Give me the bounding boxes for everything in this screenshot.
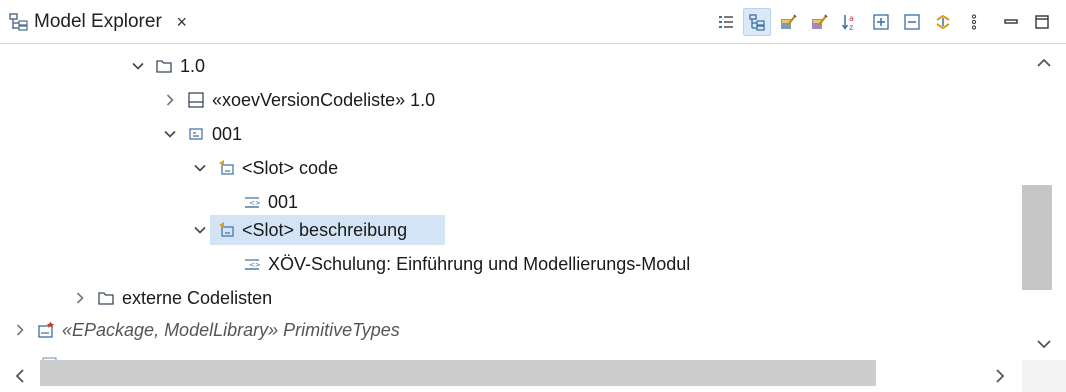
list-view-icon: [719, 16, 733, 28]
list-view-button[interactable]: [712, 8, 740, 36]
tree-node-label: <Slot> beschreibung: [242, 219, 408, 240]
chevron-right-icon[interactable]: [160, 90, 180, 110]
scrollbar-corner: [1022, 360, 1066, 392]
view-menu-button[interactable]: [960, 8, 988, 36]
svg-text:z: z: [849, 23, 853, 31]
link-with-editor-icon: [936, 14, 950, 30]
maximize-button[interactable]: [1028, 8, 1056, 36]
instance-icon: [186, 124, 206, 144]
svg-text:<>: <>: [249, 199, 261, 207]
tree-node-label: externe Codelisten: [122, 287, 273, 308]
scroll-left-icon[interactable]: [10, 366, 30, 386]
horizontal-scrollbar[interactable]: [0, 360, 1066, 392]
expand-all-icon: [873, 14, 889, 30]
tree-node-primitive-types[interactable]: «EPackage, ModelLibrary» PrimitiveTypes: [10, 315, 400, 345]
tree-node-label: «xoevVersionCodeliste» 1.0: [212, 89, 436, 110]
sort-alphabetical-button[interactable]: a z: [836, 8, 864, 36]
tree-node-slot-code[interactable]: <Slot> code: [190, 153, 338, 183]
tree-node-slot-beschreibung[interactable]: <Slot> beschreibung: [190, 215, 407, 245]
value-icon: <>: [242, 192, 262, 212]
collapse-all-icon: [904, 14, 920, 30]
minimize-button[interactable]: [997, 8, 1025, 36]
vertical-scroll-thumb[interactable]: [1022, 185, 1052, 290]
view-header: Model Explorer × a z: [0, 0, 1066, 44]
tree-node-label: <Slot> code: [242, 157, 339, 178]
tree-node-version-codeliste[interactable]: «xoevVersionCodeliste» 1.0: [160, 85, 435, 115]
package-icon: [154, 56, 174, 76]
library-icon: [40, 352, 60, 360]
tree-node-version-package[interactable]: 1.0: [128, 51, 205, 81]
chevron-down-icon[interactable]: [128, 56, 148, 76]
package-icon: [96, 288, 116, 308]
value-icon: <>: [242, 254, 262, 274]
edit-model-button[interactable]: [774, 8, 802, 36]
slot-icon: [216, 220, 236, 240]
tree-view-icon: [749, 14, 765, 31]
slot-icon: [216, 158, 236, 178]
minimize-icon: [1004, 19, 1018, 24]
tree-node-label: «EPackage, ModelLibrary» PrimitiveTypes: [62, 319, 400, 340]
model-explorer-icon: [8, 11, 30, 33]
model-tree[interactable]: 1.0 «xoevVersionCodeliste» 1.0 001 <Slot…: [0, 45, 1022, 360]
edit-model-icon: [781, 14, 797, 29]
svg-text:<>: <>: [249, 261, 261, 269]
horizontal-scroll-thumb[interactable]: [40, 360, 876, 386]
tab-title: Model Explorer: [34, 11, 162, 32]
close-icon[interactable]: ×: [174, 12, 190, 33]
view-toolbar: a z: [709, 0, 1056, 44]
chevron-right-icon[interactable]: [70, 288, 90, 308]
svg-text:a: a: [849, 14, 854, 23]
tree-node-partial: [34, 347, 66, 360]
tab-model-explorer[interactable]: Model Explorer ×: [0, 0, 190, 44]
maximize-icon: [1035, 15, 1049, 29]
link-with-editor-button[interactable]: [929, 8, 957, 36]
tree-node-externe-codelisten[interactable]: externe Codelisten: [70, 283, 272, 313]
sort-alphabetical-icon: a z: [841, 14, 854, 31]
chevron-down-icon[interactable]: [190, 158, 210, 178]
tree-node-label: 001: [268, 191, 299, 212]
edit-diagram-icon: [812, 14, 828, 29]
tree-node-value-001[interactable]: <> 001: [216, 187, 298, 217]
collapse-all-button[interactable]: [898, 8, 926, 36]
scroll-down-icon[interactable]: [1034, 334, 1054, 354]
tree-view-button[interactable]: [743, 8, 771, 36]
tree-node-label: XÖV-Schulung: Einführung und Modellierun…: [268, 253, 691, 274]
vertical-scrollbar[interactable]: [1022, 45, 1066, 360]
scroll-right-icon[interactable]: [990, 366, 1010, 386]
tree-node-instance-001[interactable]: 001: [160, 119, 242, 149]
view-menu-icon: [971, 14, 977, 30]
library-icon: [36, 320, 56, 340]
tree-node-label: 1.0: [180, 55, 206, 76]
chevron-down-icon[interactable]: [160, 124, 180, 144]
expand-all-button[interactable]: [867, 8, 895, 36]
tree-node-value-beschreibung[interactable]: <> XÖV-Schulung: Einführung und Modellie…: [216, 249, 690, 279]
class-icon: [186, 90, 206, 110]
tree-node-label: 001: [212, 123, 243, 144]
edit-diagram-button[interactable]: [805, 8, 833, 36]
scroll-up-icon[interactable]: [1034, 53, 1054, 73]
chevron-down-icon[interactable]: [190, 220, 210, 240]
chevron-right-icon[interactable]: [10, 320, 30, 340]
